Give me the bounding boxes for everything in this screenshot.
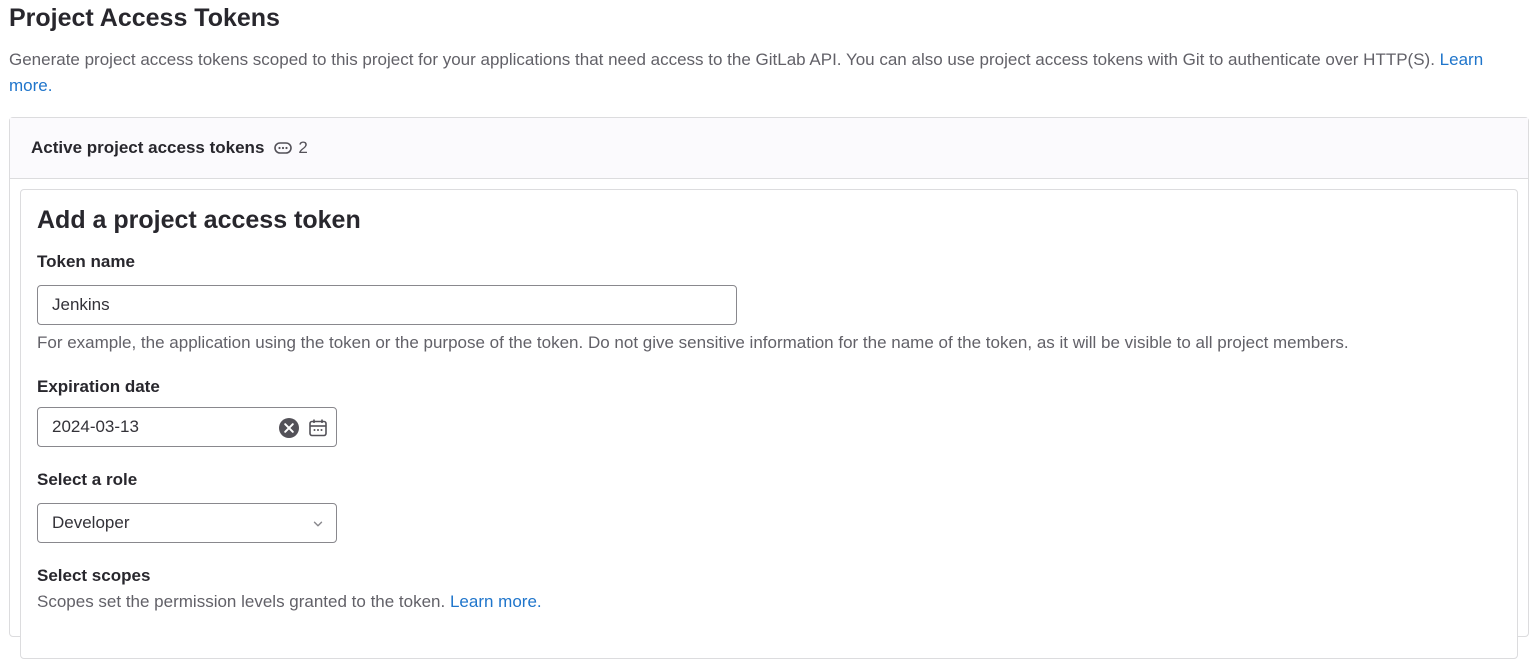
token-name-help: For example, the application using the t… — [37, 333, 1349, 352]
calendar-icon[interactable] — [308, 418, 328, 438]
clear-icon[interactable] — [278, 417, 300, 439]
form-title: Add a project access token — [37, 206, 361, 234]
role-value: Developer — [52, 513, 130, 532]
role-label: Select a role — [37, 470, 138, 489]
token-name-label: Token name — [37, 252, 135, 271]
active-tokens-header: Active project access tokens 2 — [10, 118, 1528, 179]
token-icon — [274, 142, 293, 154]
scopes-learn-more-link[interactable]: Learn more. — [450, 592, 542, 611]
scopes-help-text: Scopes set the permission levels granted… — [37, 592, 446, 611]
date-icons — [278, 417, 328, 439]
token-name-input[interactable]: Jenkins — [37, 285, 737, 325]
add-token-form: Add a project access token Token name Je… — [20, 189, 1518, 659]
active-tokens-card: Active project access tokens 2 Add a pro… — [9, 117, 1529, 659]
token-count: 2 — [298, 138, 308, 157]
page-description: Generate project access tokens scoped to… — [9, 47, 1519, 99]
scopes-label: Select scopes — [37, 566, 151, 585]
expiration-date-value: 2024-03-13 — [52, 417, 139, 436]
active-tokens-title: Active project access tokens — [31, 138, 265, 157]
token-name-value: Jenkins — [52, 295, 110, 314]
token-count-badge: 2 — [274, 138, 308, 158]
page-title: Project Access Tokens — [9, 4, 280, 32]
chevron-down-icon — [312, 518, 324, 530]
page-description-text: Generate project access tokens scoped to… — [9, 50, 1435, 69]
scopes-help: Scopes set the permission levels granted… — [37, 592, 542, 612]
expiration-date-label: Expiration date — [37, 377, 160, 396]
role-select[interactable]: Developer — [37, 503, 337, 543]
expiration-date-input[interactable]: 2024-03-13 — [37, 407, 337, 447]
